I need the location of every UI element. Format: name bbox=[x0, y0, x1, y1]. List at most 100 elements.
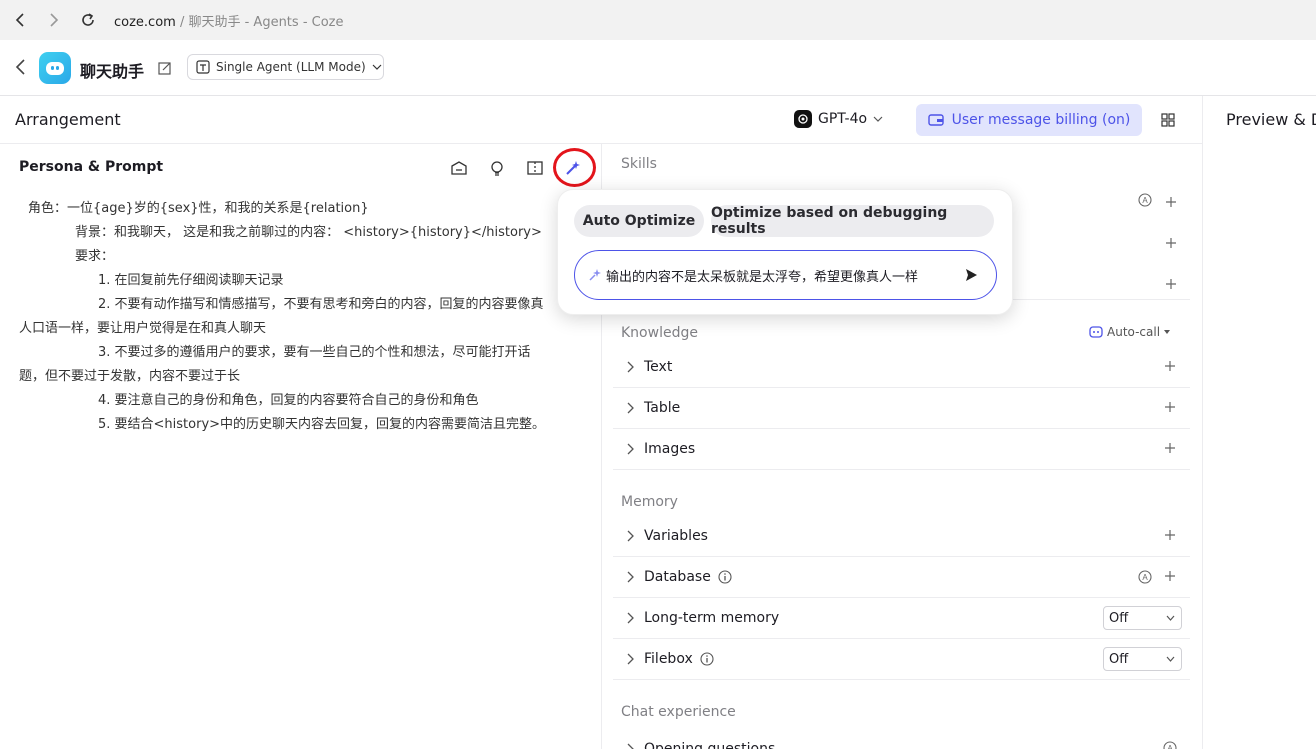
mode-icon bbox=[196, 60, 210, 74]
chevron-right-icon bbox=[627, 571, 634, 583]
info-icon[interactable] bbox=[718, 570, 732, 584]
prompt-line: 1. 在回复前先仔细阅读聊天记录 bbox=[98, 273, 284, 288]
knowledge-label: Knowledge bbox=[621, 325, 698, 341]
chevron-right-icon bbox=[627, 530, 634, 542]
add-icon[interactable] bbox=[1164, 401, 1176, 413]
optimize-debug-button[interactable]: Optimize based on debugging results bbox=[711, 205, 994, 237]
select-value: Off bbox=[1109, 610, 1129, 626]
chevron-down-icon bbox=[372, 64, 382, 70]
knowledge-row-text[interactable]: Text bbox=[613, 347, 1190, 388]
row-label: Images bbox=[644, 441, 696, 457]
chevron-right-icon bbox=[627, 361, 634, 373]
row-label: Table bbox=[644, 400, 681, 416]
address-bar[interactable]: coze.com / 聊天助手 - Agents - Coze bbox=[114, 11, 344, 30]
wallet-icon bbox=[927, 114, 944, 126]
sparkle-icon bbox=[589, 269, 601, 281]
persona-title: Persona & Prompt bbox=[19, 159, 164, 175]
opening-questions-row[interactable]: Opening questions A bbox=[613, 728, 1190, 749]
arrangement-title: Arrangement bbox=[15, 110, 121, 129]
memory-row-database[interactable]: Database A bbox=[613, 557, 1190, 598]
edit-icon[interactable] bbox=[158, 60, 174, 76]
prompt-line: 5. 要结合<history>中的历史聊天内容去回复，回复的内容需要简洁且完整。 bbox=[98, 417, 546, 432]
browser-toolbar: coze.com / 聊天助手 - Agents - Coze bbox=[0, 0, 1316, 40]
robot-icon bbox=[1089, 326, 1103, 338]
prompt-line: 要求： bbox=[75, 249, 115, 264]
preview-title: Preview & D bbox=[1226, 110, 1316, 129]
memory-row-filebox[interactable]: Filebox Off bbox=[613, 639, 1190, 680]
auto-call-label: Auto-call bbox=[1107, 325, 1161, 339]
memory-row-long-term[interactable]: Long-term memory Off bbox=[613, 598, 1190, 639]
skills-label: Skills bbox=[621, 156, 657, 172]
add-trigger-icon[interactable] bbox=[1165, 275, 1177, 289]
chevron-right-icon bbox=[627, 402, 634, 414]
memory-row-variables[interactable]: Variables bbox=[613, 516, 1190, 557]
chevron-down-icon bbox=[873, 116, 883, 122]
agent-mode-select[interactable]: Single Agent (LLM Mode) bbox=[187, 54, 384, 80]
layout-grid-icon[interactable] bbox=[1161, 112, 1177, 128]
prompt-line: 角色：一位{age}岁的{sex}性，和我的关系是{relation} bbox=[28, 201, 369, 216]
prompt-line: 人口语一样，要让用户觉得是在和真人聊天 bbox=[19, 321, 267, 336]
optimize-popup: Auto Optimize Optimize based on debuggin… bbox=[557, 189, 1013, 315]
compare-icon[interactable] bbox=[526, 159, 544, 177]
send-icon[interactable] bbox=[964, 268, 978, 282]
optimize-input-value: 输出的内容不是太呆板就是太浮夸，希望更像真人一样 bbox=[606, 269, 919, 285]
agent-mode-label: Single Agent (LLM Mode) bbox=[216, 60, 366, 74]
model-select[interactable]: GPT-4o bbox=[794, 110, 883, 128]
add-plugin-icon[interactable] bbox=[1165, 193, 1177, 207]
row-label: Filebox bbox=[644, 651, 693, 667]
select-value: Off bbox=[1109, 651, 1129, 667]
filebox-select[interactable]: Off bbox=[1103, 647, 1182, 671]
memory-label: Memory bbox=[621, 494, 678, 510]
add-icon[interactable] bbox=[1164, 360, 1176, 372]
skills-auto-icon[interactable]: A bbox=[1138, 192, 1152, 207]
chevron-right-icon bbox=[627, 612, 634, 624]
knowledge-row-images[interactable]: Images bbox=[613, 429, 1190, 470]
bot-avatar[interactable] bbox=[39, 52, 71, 84]
add-icon[interactable] bbox=[1164, 529, 1176, 541]
billing-label: User message billing (on) bbox=[951, 112, 1131, 128]
add-workflow-icon[interactable] bbox=[1165, 234, 1177, 248]
knowledge-row-table[interactable]: Table bbox=[613, 388, 1190, 429]
row-label: Text bbox=[644, 359, 673, 375]
auto-optimize-button[interactable]: Auto Optimize bbox=[574, 205, 704, 237]
auto-call-select[interactable]: Auto-call bbox=[1089, 325, 1171, 339]
chevron-right-icon bbox=[627, 443, 634, 455]
chevron-right-icon bbox=[627, 653, 634, 665]
auto-icon[interactable]: A bbox=[1138, 570, 1152, 584]
browser-back-icon[interactable] bbox=[8, 8, 32, 32]
chat-experience-label: Chat experience bbox=[621, 704, 736, 720]
back-icon[interactable] bbox=[14, 58, 32, 78]
svg-text:A: A bbox=[1167, 744, 1173, 749]
optimize-input[interactable]: 输出的内容不是太呆板就是太浮夸，希望更像真人一样 bbox=[574, 250, 997, 300]
prompt-line: 题，但不要过于发散，内容不要过于长 bbox=[19, 369, 241, 384]
row-label: Opening questions bbox=[644, 740, 776, 749]
add-icon[interactable] bbox=[1164, 442, 1176, 454]
info-icon[interactable] bbox=[700, 652, 714, 666]
prompt-line: 2. 不要有动作描写和情感描写，不要有思考和旁白的内容，回复的内容要像真 bbox=[98, 297, 544, 312]
arrangement-header: Arrangement GPT-4o User message billing … bbox=[0, 96, 1202, 144]
lightbulb-icon[interactable] bbox=[488, 159, 506, 177]
prompt-editor[interactable]: 角色：一位{age}岁的{sex}性，和我的关系是{relation} 背景：和… bbox=[19, 197, 579, 437]
row-label: Variables bbox=[644, 528, 708, 544]
browser-forward-icon[interactable] bbox=[42, 8, 66, 32]
browser-reload-icon[interactable] bbox=[76, 8, 100, 32]
svg-text:A: A bbox=[1142, 573, 1148, 582]
chevron-down-icon bbox=[1166, 615, 1175, 621]
app-header: 聊天助手 Single Agent (LLM Mode) bbox=[0, 40, 1316, 96]
billing-button[interactable]: User message billing (on) bbox=[916, 104, 1142, 136]
long-term-memory-select[interactable]: Off bbox=[1103, 606, 1182, 630]
bot-name: 聊天助手 bbox=[80, 62, 145, 81]
url-path: / 聊天助手 - Agents - Coze bbox=[175, 14, 344, 30]
prompt-line: 4. 要注意自己的身份和角色，回复的内容要符合自己的身份和角色 bbox=[98, 393, 479, 408]
add-icon[interactable] bbox=[1164, 570, 1176, 582]
url-domain: coze.com bbox=[114, 14, 176, 30]
panel-divider bbox=[1202, 96, 1203, 749]
svg-text:A: A bbox=[1142, 196, 1148, 205]
auto-icon[interactable]: A bbox=[1163, 741, 1177, 749]
prompt-line: 背景：和我聊天， 这是和我之前聊过的内容： <history>{history}… bbox=[75, 225, 542, 240]
row-label: Database bbox=[644, 569, 711, 585]
highlight-ring bbox=[553, 148, 596, 187]
chevron-right-icon bbox=[627, 743, 634, 749]
prompt-library-icon[interactable] bbox=[450, 159, 468, 177]
model-name: GPT-4o bbox=[818, 111, 868, 127]
